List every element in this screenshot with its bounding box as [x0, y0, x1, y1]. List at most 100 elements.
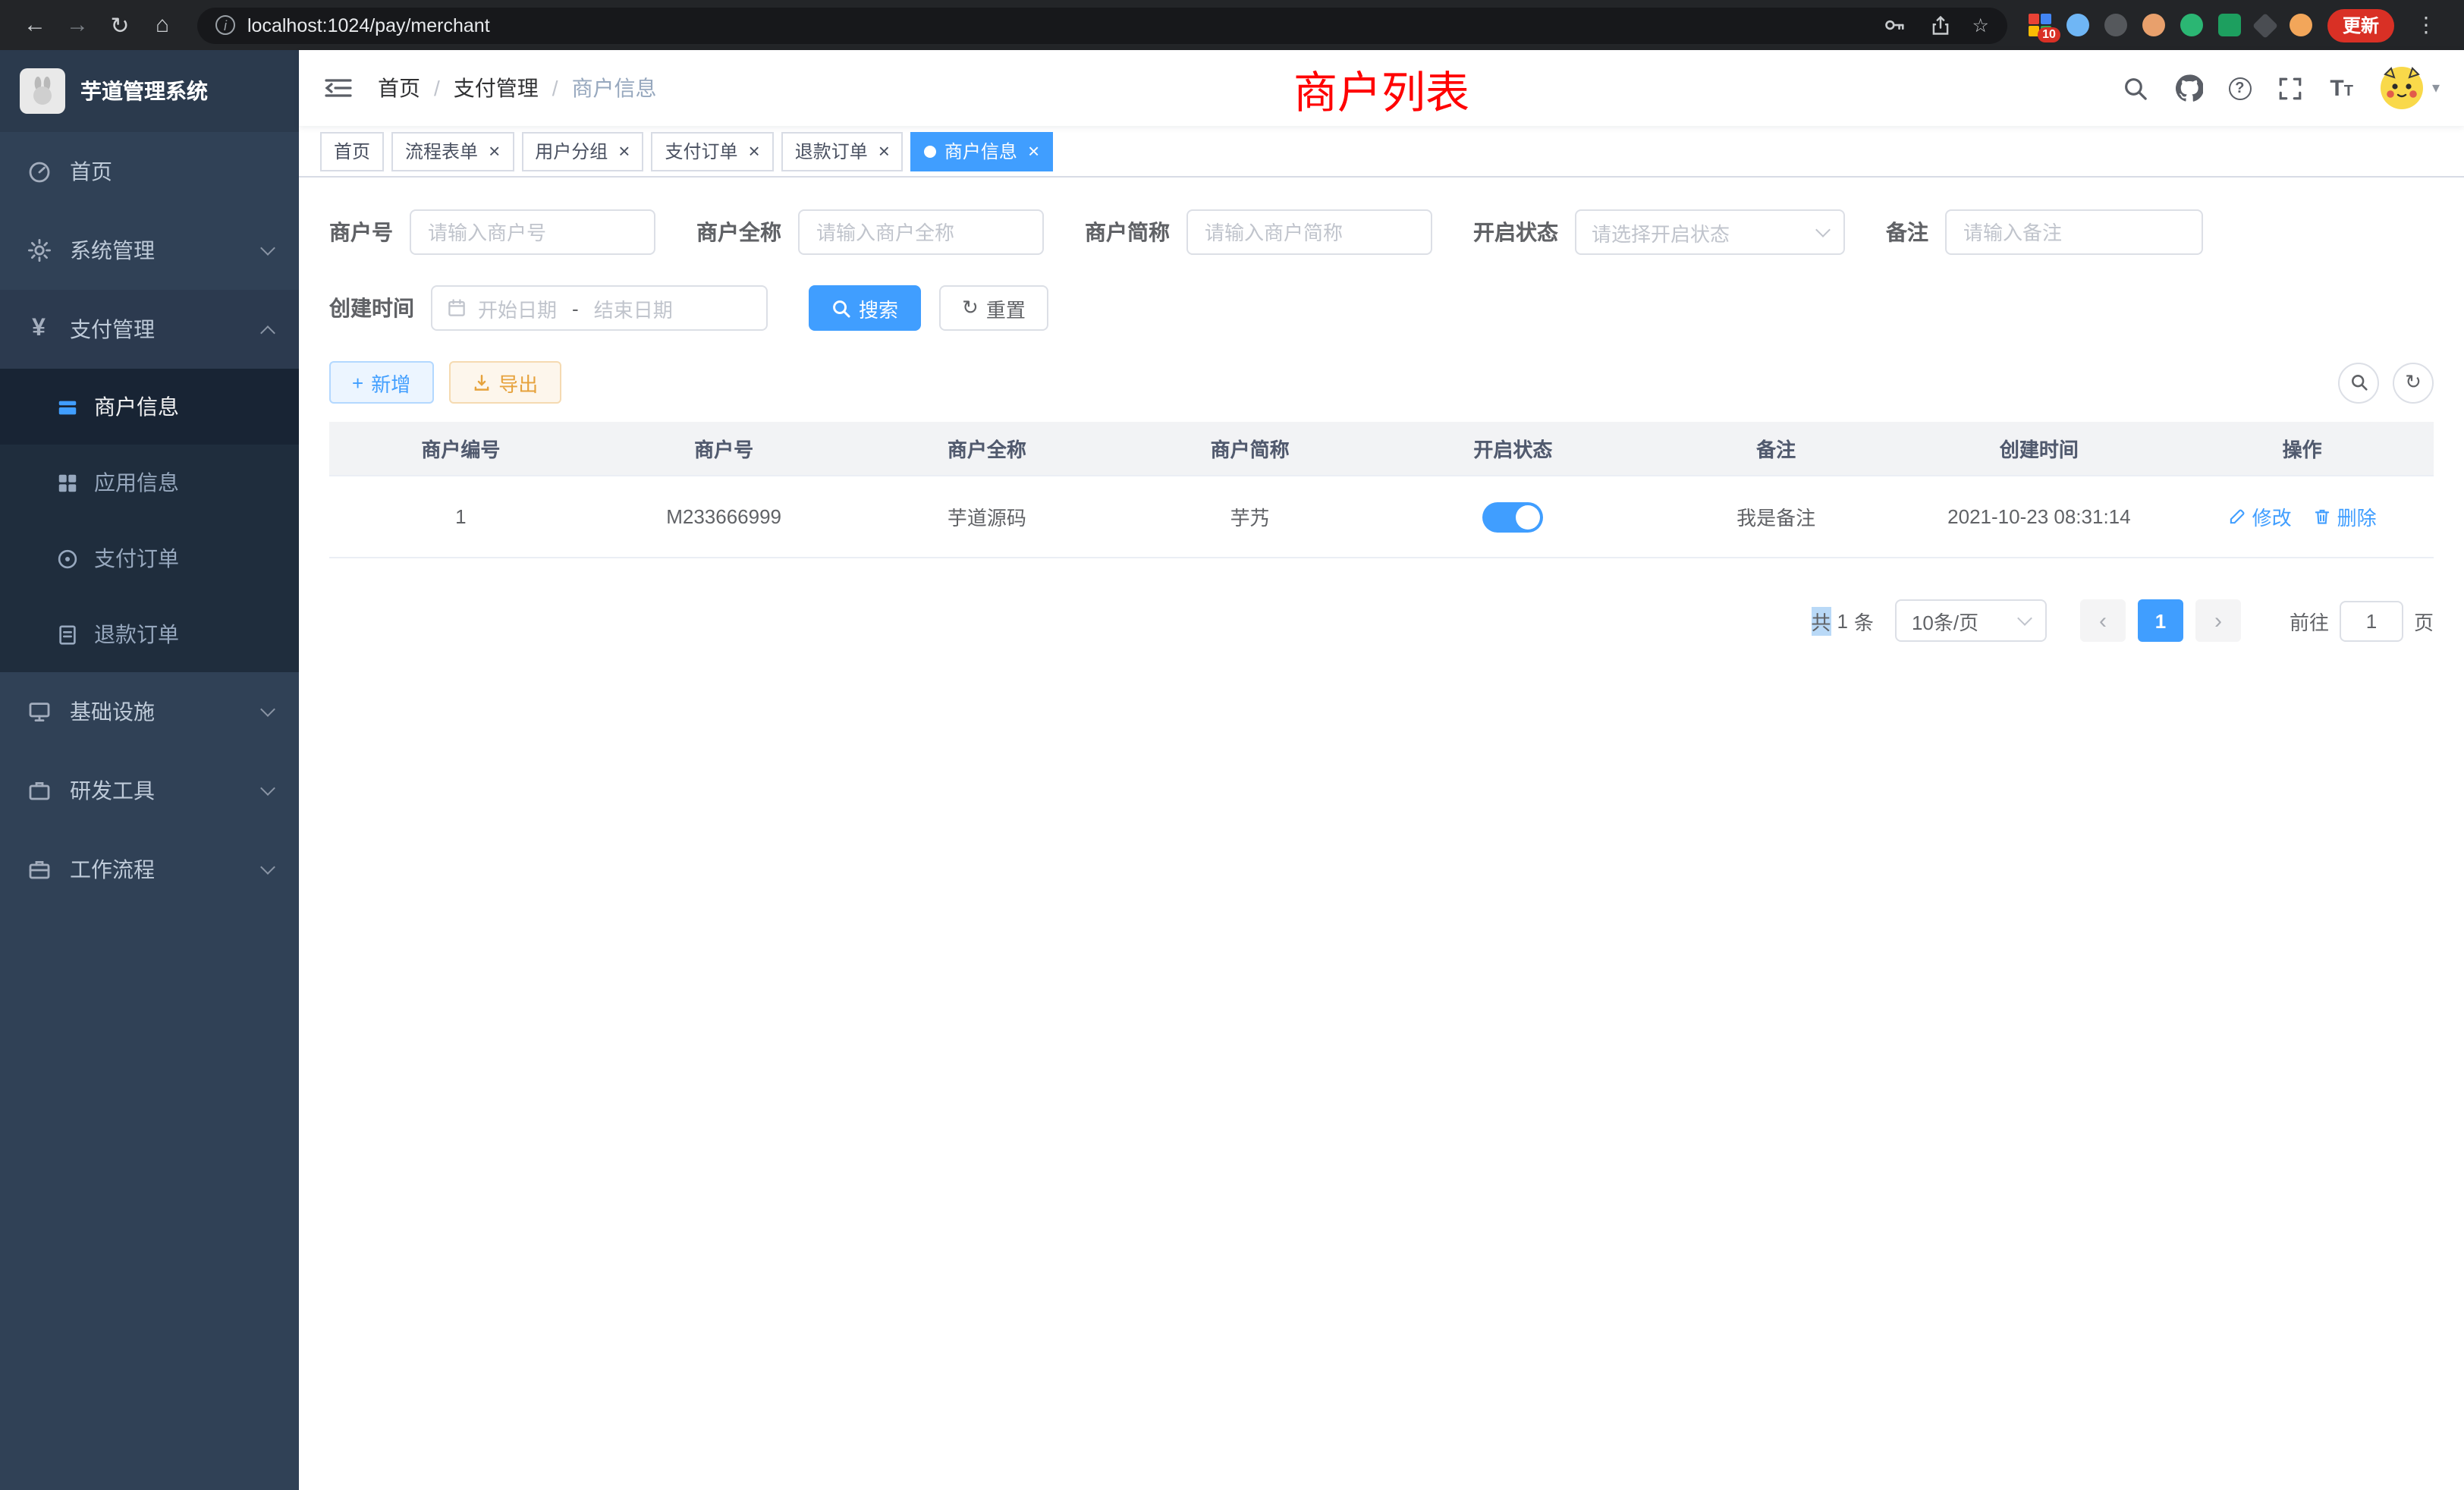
sidebar-item-label: 商户信息	[94, 391, 179, 422]
breadcrumb-payment[interactable]: 支付管理	[454, 73, 539, 103]
tab-close-icon[interactable]: ×	[618, 141, 630, 161]
link-label: 删除	[2337, 502, 2377, 531]
field-label: 商户全称	[696, 217, 781, 247]
app-logo[interactable]: 芋道管理系统	[0, 50, 299, 132]
extension-pin-icon[interactable]	[2252, 12, 2278, 38]
toggle-search-button[interactable]	[2338, 362, 2379, 403]
tab-close-icon[interactable]: ×	[1028, 141, 1039, 161]
sidebar-item-system[interactable]: 系统管理	[0, 211, 299, 290]
tab-payment-order[interactable]: 支付订单 ×	[651, 131, 773, 171]
tab-label: 支付订单	[665, 138, 737, 164]
sidebar-item-label: 基础设施	[70, 696, 155, 727]
profile-avatar-icon[interactable]	[2290, 14, 2312, 36]
tab-user-group[interactable]: 用户分组 ×	[521, 131, 643, 171]
filter-status: 开启状态 请选择开启状态	[1473, 209, 1845, 255]
sidebar-item-home[interactable]: 首页	[0, 132, 299, 211]
filter-remark: 备注	[1886, 209, 2203, 255]
sidebar-toggle-icon[interactable]	[323, 73, 354, 103]
yen-icon: ¥	[26, 316, 52, 342]
page-1-button[interactable]: 1	[2138, 599, 2183, 642]
sidebar-item-workflow[interactable]: 工作流程	[0, 830, 299, 909]
fullscreen-icon[interactable]	[2277, 74, 2304, 102]
breadcrumb-separator: /	[552, 76, 558, 100]
search-button[interactable]: 搜索	[809, 285, 921, 331]
share-icon[interactable]	[1927, 11, 1954, 39]
extension-avatar-icon[interactable]	[2142, 14, 2165, 36]
workflow-icon	[26, 857, 52, 882]
goto-page-input[interactable]	[2340, 600, 2403, 641]
full-name-input[interactable]	[798, 209, 1044, 255]
browser-reload-icon[interactable]: ↻	[100, 5, 140, 45]
date-range-picker[interactable]: 开始日期 - 结束日期	[431, 285, 768, 331]
tab-process-form[interactable]: 流程表单 ×	[391, 131, 514, 171]
browser-toolbar: ← → ↻ ⌂ i localhost:1024/pay/merchant	[0, 0, 2464, 50]
font-size-icon[interactable]: TT	[2330, 77, 2353, 99]
caret-down-icon: ▾	[2432, 80, 2440, 96]
select-placeholder: 请选择开启状态	[1592, 218, 1730, 247]
column-header: 创建时间	[1908, 422, 2171, 476]
sidebar-item-app-info[interactable]: 应用信息	[0, 445, 299, 520]
github-icon[interactable]	[2175, 74, 2202, 102]
bookmark-star-icon[interactable]: ☆	[1972, 14, 1989, 36]
extension-dark-icon[interactable]	[2104, 14, 2127, 36]
status-switch[interactable]	[1482, 501, 1543, 532]
tab-refund-order[interactable]: 退款订单 ×	[781, 131, 904, 171]
page-size-value: 10条/页	[1912, 606, 1978, 635]
tab-home[interactable]: 首页	[320, 131, 384, 171]
short-name-input[interactable]	[1186, 209, 1432, 255]
chevron-down-icon	[260, 702, 275, 717]
site-info-icon[interactable]: i	[215, 15, 235, 35]
tab-close-icon[interactable]: ×	[749, 141, 760, 161]
add-button[interactable]: + 新增	[329, 361, 433, 404]
chevron-down-icon	[2017, 611, 2032, 626]
browser-menu-icon[interactable]: ⋮	[2409, 12, 2443, 38]
sidebar-item-payment[interactable]: ¥ 支付管理	[0, 290, 299, 369]
page-size-select[interactable]: 10条/页	[1895, 599, 2047, 642]
merchant-no-input[interactable]	[410, 209, 655, 255]
sidebar-item-label: 研发工具	[70, 775, 155, 806]
sidebar-group-payment: ¥ 支付管理 商户信息	[0, 290, 299, 672]
browser-back-icon[interactable]: ←	[15, 5, 55, 45]
column-header: 商户全称	[856, 422, 1119, 476]
browser-update-button[interactable]: 更新	[2327, 8, 2394, 42]
column-header: 备注	[1645, 422, 1908, 476]
prev-page-button[interactable]: ‹	[2080, 599, 2126, 642]
extension-green-square-icon[interactable]	[2218, 14, 2241, 36]
search-icon[interactable]	[2122, 74, 2149, 102]
extension-colorful-icon[interactable]: 10	[2029, 14, 2051, 36]
tab-merchant-info[interactable]: 商户信息 ×	[911, 131, 1053, 171]
extension-drop-icon[interactable]	[2066, 14, 2089, 36]
extension-green-circle-icon[interactable]	[2180, 14, 2203, 36]
browser-home-icon[interactable]: ⌂	[143, 5, 182, 45]
button-label: 新增	[371, 368, 410, 397]
remark-input[interactable]	[1945, 209, 2203, 255]
sidebar-item-refund-order[interactable]: 退款订单	[0, 596, 299, 672]
sidebar-item-label: 应用信息	[94, 467, 179, 498]
refresh-table-button[interactable]: ↻	[2393, 362, 2434, 403]
sidebar-item-payment-order[interactable]: 支付订单	[0, 520, 299, 596]
status-select[interactable]: 请选择开启状态	[1575, 209, 1845, 255]
user-menu[interactable]: ▾	[2379, 65, 2440, 111]
breadcrumb-home[interactable]: 首页	[378, 73, 420, 103]
sidebar-item-merchant-info[interactable]: 商户信息	[0, 369, 299, 445]
cell-remark: 我是备注	[1645, 476, 1908, 558]
edit-link[interactable]: 修改	[2228, 502, 2292, 531]
next-page-button[interactable]: ›	[2195, 599, 2241, 642]
browser-forward-icon[interactable]: →	[58, 5, 97, 45]
tab-close-icon[interactable]: ×	[878, 141, 890, 161]
reset-button[interactable]: ↻ 重置	[939, 285, 1048, 331]
sidebar-item-dev-tools[interactable]: 研发工具	[0, 751, 299, 830]
password-key-icon[interactable]	[1881, 11, 1909, 39]
delete-link[interactable]: 删除	[2313, 502, 2377, 531]
link-label: 修改	[2252, 502, 2292, 531]
sidebar-item-infrastructure[interactable]: 基础设施	[0, 672, 299, 751]
app-grid-icon	[55, 470, 79, 495]
sidebar: 芋道管理系统 首页	[0, 50, 299, 1490]
filter-short-name: 商户简称	[1085, 209, 1432, 255]
address-bar[interactable]: i localhost:1024/pay/merchant ☆	[197, 7, 2007, 43]
help-icon[interactable]: ?	[2228, 77, 2251, 99]
chevron-down-icon	[260, 860, 275, 875]
cell-short-name: 芋艿	[1118, 476, 1381, 558]
tab-close-icon[interactable]: ×	[489, 141, 500, 161]
export-button[interactable]: 导出	[448, 361, 561, 404]
